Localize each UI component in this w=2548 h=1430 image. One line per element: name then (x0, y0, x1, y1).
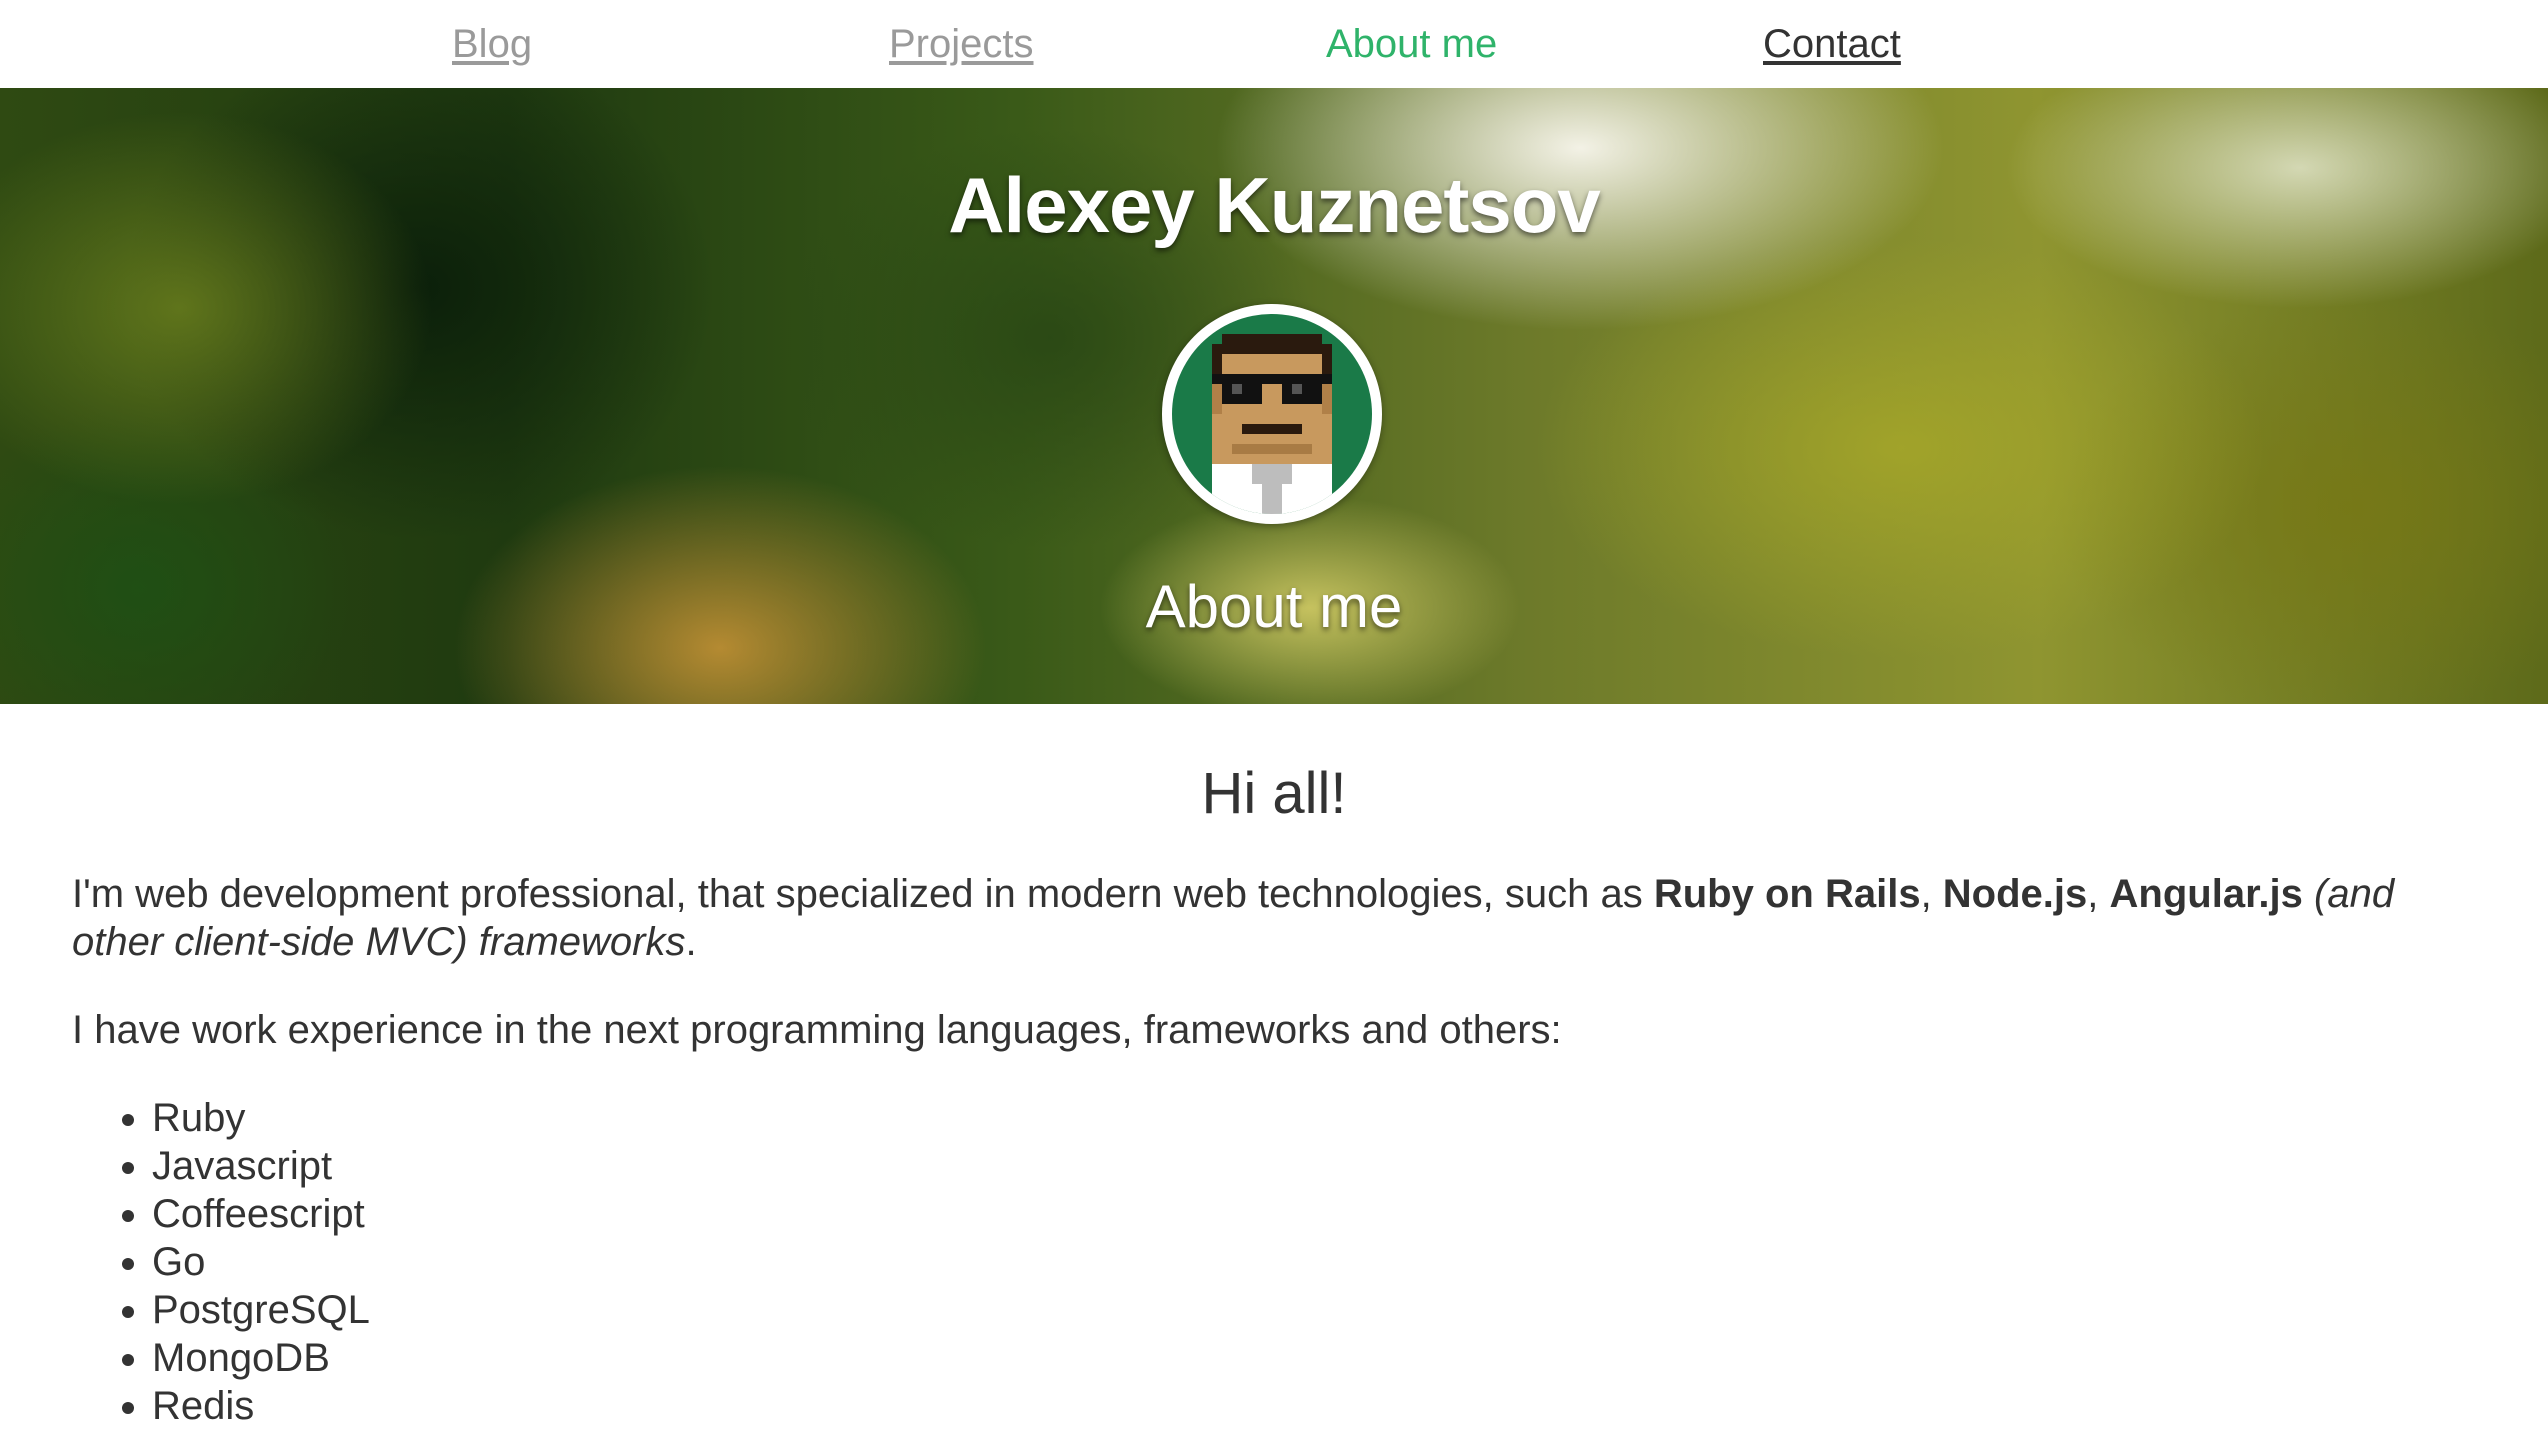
main-content: Hi all! I'm web development professional… (72, 704, 2476, 1430)
avatar (1162, 304, 1382, 524)
list-item: Redis (152, 1382, 2476, 1430)
intro-paragraph: I'm web development professional, that s… (72, 870, 2476, 966)
list-item: PostgreSQL (152, 1286, 2476, 1334)
intro-period: . (685, 920, 697, 964)
list-item: MongoDB (152, 1334, 2476, 1382)
pixel-avatar-icon (1172, 314, 1372, 514)
separator: , (2087, 872, 2110, 916)
page-subtitle: About me (1145, 573, 1403, 640)
separator: , (1920, 872, 1943, 916)
tech-nodejs: Node.js (1942, 872, 2088, 916)
list-item: Go (152, 1238, 2476, 1286)
nav-link-contact[interactable]: Contact (1763, 18, 1901, 70)
nav-link-about-me[interactable]: About me (1326, 18, 1497, 70)
list-item: Javascript (152, 1142, 2476, 1190)
tech-ruby-on-rails: Ruby on Rails (1653, 872, 1921, 916)
list-item: Coffeescript (152, 1190, 2476, 1238)
intro-text: I'm web development professional, that s… (72, 872, 1654, 916)
site-title: Alexey Kuznetsov (948, 161, 1601, 249)
top-navigation: Blog Projects About me Contact (0, 0, 2548, 88)
nav-link-projects[interactable]: Projects (889, 18, 1034, 70)
tech-angularjs: Angular.js (2109, 872, 2303, 916)
hero-banner: Alexey Kuznetsov About me (0, 88, 2548, 704)
content-heading: Hi all! (1201, 761, 1347, 826)
list-item: Ruby (152, 1094, 2476, 1142)
experience-paragraph: I have work experience in the next progr… (72, 1008, 1562, 1052)
languages-list: Ruby Javascript Coffeescript Go PostgreS… (72, 1094, 2476, 1430)
nav-link-blog[interactable]: Blog (452, 18, 532, 70)
